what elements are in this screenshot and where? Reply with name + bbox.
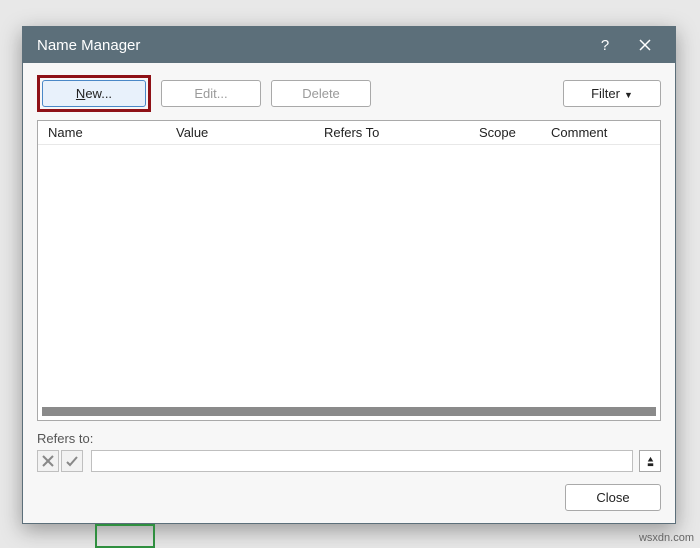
- dialog-content: New... Edit... Delete Filter ▼ Name Valu…: [23, 63, 675, 523]
- new-button[interactable]: New...: [42, 80, 146, 107]
- cancel-refers-button[interactable]: [37, 450, 59, 472]
- refers-to-controls: [37, 450, 661, 472]
- toolbar: New... Edit... Delete Filter ▼: [37, 75, 661, 112]
- column-value[interactable]: Value: [176, 125, 324, 140]
- close-button[interactable]: Close: [565, 484, 661, 511]
- titlebar: Name Manager ?: [23, 27, 675, 63]
- column-refers-to[interactable]: Refers To: [324, 125, 479, 140]
- help-button[interactable]: ?: [585, 27, 625, 63]
- filter-label: Filter: [591, 86, 620, 101]
- column-comment[interactable]: Comment: [551, 125, 660, 140]
- list-body-empty: [38, 145, 660, 406]
- watermark: wsxdn.com: [639, 532, 694, 544]
- collapse-icon: [645, 456, 656, 467]
- refers-to-label: Refers to:: [37, 431, 661, 446]
- edit-button[interactable]: Edit...: [161, 80, 261, 107]
- scrollbar-thumb[interactable]: [42, 407, 656, 416]
- new-mnemonic: N: [76, 86, 85, 101]
- column-name[interactable]: Name: [48, 125, 176, 140]
- background-selection-peek: [95, 524, 155, 548]
- dialog-title: Name Manager: [37, 37, 585, 54]
- refers-to-input[interactable]: [91, 450, 633, 472]
- accept-refers-button[interactable]: [61, 450, 83, 472]
- x-icon: [42, 455, 54, 467]
- close-window-button[interactable]: [625, 27, 665, 63]
- collapse-dialog-button[interactable]: [639, 450, 661, 472]
- name-manager-dialog: Name Manager ? New... Edit... Delete Fil…: [22, 26, 676, 524]
- horizontal-scrollbar[interactable]: [38, 406, 660, 420]
- filter-button[interactable]: Filter ▼: [563, 80, 661, 107]
- chevron-down-icon: ▼: [624, 90, 633, 100]
- new-button-highlight: New...: [37, 75, 151, 112]
- delete-button[interactable]: Delete: [271, 80, 371, 107]
- names-list[interactable]: Name Value Refers To Scope Comment: [37, 120, 661, 421]
- new-label-rest: ew...: [85, 86, 112, 101]
- refers-to-section: Refers to:: [37, 431, 661, 472]
- close-icon: [639, 39, 651, 51]
- list-header: Name Value Refers To Scope Comment: [38, 121, 660, 145]
- dialog-footer: Close: [37, 484, 661, 511]
- column-scope[interactable]: Scope: [479, 125, 551, 140]
- check-icon: [66, 455, 78, 467]
